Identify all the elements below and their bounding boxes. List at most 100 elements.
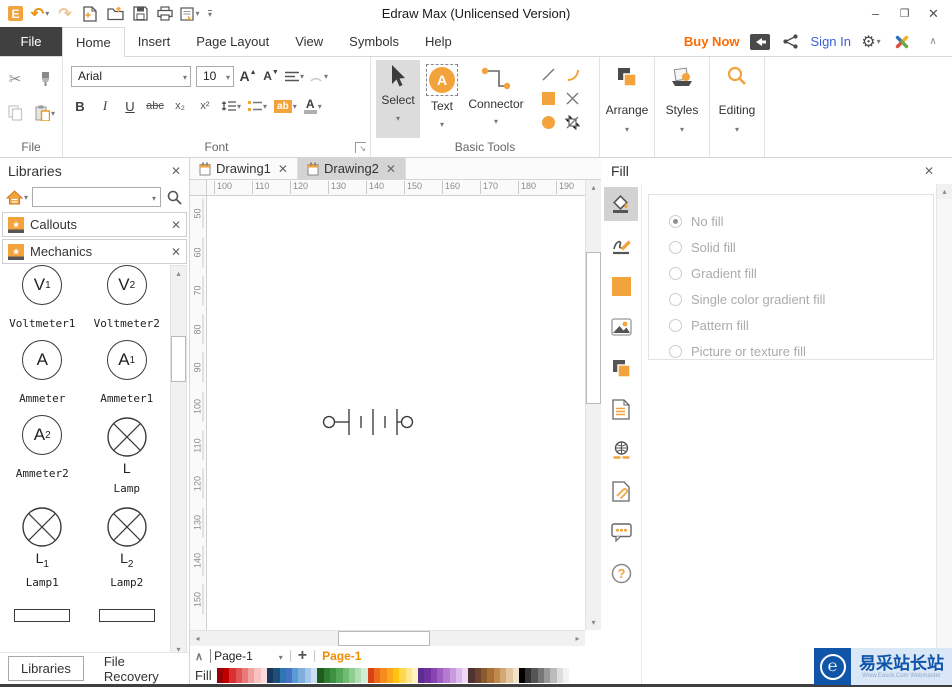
libraries-close-icon[interactable] xyxy=(171,164,181,178)
grow-font-icon[interactable]: A ▲ xyxy=(239,65,257,87)
library-section-mechanics[interactable]: ★ Mechanics xyxy=(2,239,187,264)
minimize-button[interactable] xyxy=(861,3,890,25)
radio-button[interactable] xyxy=(669,266,682,280)
library-symbol-ammeter2[interactable]: A 2 Ammeter2 xyxy=(16,415,69,495)
comment-icon[interactable] xyxy=(604,515,638,549)
scroll-up-icon[interactable] xyxy=(937,184,952,199)
font-size-combo[interactable]: 10 xyxy=(196,65,234,87)
rectangle-icon[interactable] xyxy=(541,91,555,105)
print-button[interactable] xyxy=(154,3,176,25)
menu-tab-file[interactable]: File xyxy=(0,27,62,56)
export-snapshot-button[interactable] xyxy=(179,3,201,25)
menu-tab-symbols[interactable]: Symbols xyxy=(336,27,412,56)
crop-icon[interactable] xyxy=(564,114,580,130)
radio-button[interactable] xyxy=(669,344,682,358)
share-icon[interactable] xyxy=(780,31,802,53)
format-painter-icon[interactable] xyxy=(34,68,56,90)
font-dialog-launcher-icon[interactable] xyxy=(355,142,366,153)
search-icon[interactable] xyxy=(165,186,183,208)
document-tab-close-icon[interactable] xyxy=(278,162,288,176)
open-file-button[interactable] xyxy=(104,3,126,25)
quick-style-icon[interactable] xyxy=(604,351,638,385)
line-icon[interactable] xyxy=(541,67,556,82)
fill-option-picture-or-texture-fill[interactable]: Picture or texture fill xyxy=(669,338,933,364)
gear-icon[interactable] xyxy=(860,31,882,53)
collapse-ribbon-icon[interactable] xyxy=(922,31,944,53)
library-scrollbar[interactable] xyxy=(170,265,187,658)
redo-button[interactable] xyxy=(54,3,76,25)
menu-tab-home[interactable]: Home xyxy=(62,27,125,57)
scroll-right-icon[interactable] xyxy=(570,631,585,646)
radio-button[interactable] xyxy=(669,240,682,254)
library-section-callouts[interactable]: ★ Callouts xyxy=(2,212,187,237)
page-setup-icon[interactable] xyxy=(604,392,638,426)
library-scrollbar-thumb[interactable] xyxy=(171,336,186,382)
library-symbol[interactable] xyxy=(98,589,155,622)
cross-icon[interactable] xyxy=(565,91,580,106)
fill-panel-close-icon[interactable] xyxy=(924,164,934,178)
bold-button[interactable]: B xyxy=(71,95,89,117)
page-selector[interactable]: Page-1 xyxy=(210,649,283,663)
fill-option-gradient-fill[interactable]: Gradient fill xyxy=(669,260,933,286)
drawing-canvas[interactable] xyxy=(207,196,585,630)
chevron-up-icon[interactable] xyxy=(195,649,203,663)
arc-icon[interactable] xyxy=(565,67,580,82)
library-symbol[interactable] xyxy=(14,589,71,622)
library-symbol-lamp[interactable]: L Lamp xyxy=(105,415,149,495)
export-icon[interactable] xyxy=(749,31,771,53)
fill-icon[interactable] xyxy=(604,187,638,221)
add-page-button[interactable] xyxy=(298,647,307,665)
mechanics-close-icon[interactable] xyxy=(171,245,181,259)
buy-now-link[interactable]: Buy Now xyxy=(684,34,740,49)
highlight-icon[interactable]: ab xyxy=(274,95,297,117)
canvas-vertical-scrollbar[interactable] xyxy=(585,180,601,630)
menu-tab-help[interactable]: Help xyxy=(412,27,465,56)
horizontal-scrollbar-thumb[interactable] xyxy=(338,631,430,646)
palette-swatch[interactable] xyxy=(562,667,570,683)
document-tab-drawing2[interactable]: Drawing2 xyxy=(297,158,406,179)
document-tab-close-icon[interactable] xyxy=(386,162,396,176)
page-tab-active[interactable]: Page-1 xyxy=(322,649,361,663)
picture-icon[interactable] xyxy=(604,310,638,344)
save-button[interactable] xyxy=(129,3,151,25)
fill-option-pattern-fill[interactable]: Pattern fill xyxy=(669,312,933,338)
close-button[interactable] xyxy=(919,3,948,25)
fill-panel-scrollbar[interactable] xyxy=(936,184,952,687)
panel-tab-file-recovery[interactable]: File Recovery xyxy=(92,650,189,687)
select-tool-button[interactable]: Select xyxy=(376,60,420,138)
panel-tab-libraries[interactable]: Libraries xyxy=(8,656,84,681)
maximize-button[interactable] xyxy=(890,3,919,25)
scroll-down-icon[interactable] xyxy=(586,615,601,630)
canvas-horizontal-scrollbar[interactable] xyxy=(190,630,585,646)
library-symbol-lamp2[interactable]: L2 Lamp2 xyxy=(105,505,149,589)
hyperlink-icon[interactable] xyxy=(604,433,638,467)
scroll-up-icon[interactable] xyxy=(171,266,186,281)
arc-text-icon[interactable] xyxy=(309,65,328,87)
new-document-button[interactable] xyxy=(79,3,101,25)
menu-tab-insert[interactable]: Insert xyxy=(125,27,184,56)
text-tool-button[interactable]: A Text xyxy=(420,60,464,138)
connector-tool-button[interactable]: Connector xyxy=(464,60,528,138)
ribbon-group-arrange[interactable]: Arrange xyxy=(600,57,655,157)
fill-option-no-fill[interactable]: No fill xyxy=(669,208,933,234)
customize-toolbar-button[interactable] xyxy=(204,3,216,25)
document-tab-drawing1[interactable]: Drawing1 xyxy=(190,158,298,179)
copy-icon[interactable] xyxy=(4,102,26,124)
library-symbol-ammeter[interactable]: A Ammeter xyxy=(19,340,65,405)
line-style-icon[interactable] xyxy=(604,228,638,262)
ellipse-icon[interactable] xyxy=(541,115,555,129)
radio-button[interactable] xyxy=(669,214,682,228)
scroll-up-icon[interactable] xyxy=(586,180,601,195)
ribbon-group-styles[interactable]: Styles xyxy=(655,57,710,157)
radio-button[interactable] xyxy=(669,318,682,332)
attachment-icon[interactable] xyxy=(604,474,638,508)
callouts-close-icon[interactable] xyxy=(171,218,181,232)
fill-option-single-color-gradient-fill[interactable]: Single color gradient fill xyxy=(669,286,933,312)
fill-option-solid-fill[interactable]: Solid fill xyxy=(669,234,933,260)
library-symbol-voltmeter1[interactable]: V 1 Voltmeter1 xyxy=(9,265,75,330)
sign-in-link[interactable]: Sign In xyxy=(811,34,851,49)
italic-button[interactable]: I xyxy=(96,95,114,117)
paste-icon[interactable] xyxy=(34,102,56,124)
menu-tab-page-layout[interactable]: Page Layout xyxy=(183,27,282,56)
home-icon[interactable] xyxy=(6,186,28,208)
